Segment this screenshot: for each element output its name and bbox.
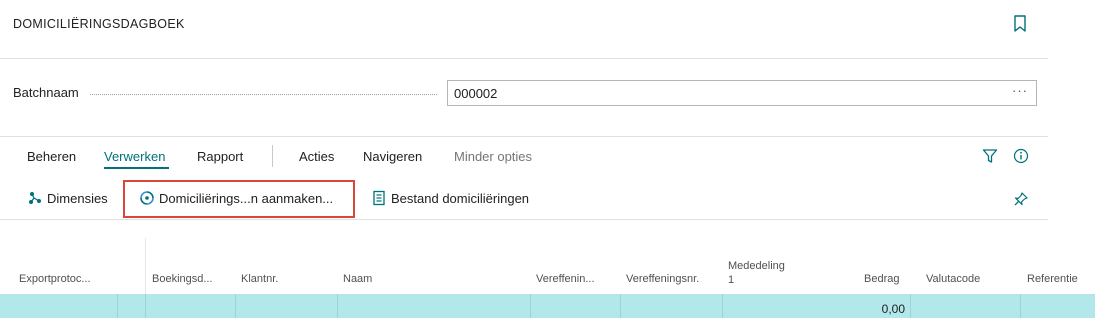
batch-name-field[interactable]: 000002 ··· [447, 80, 1037, 106]
amount-cell[interactable]: 0,00 [882, 302, 905, 316]
lookup-button[interactable]: ··· [1012, 83, 1028, 98]
cell-separator [910, 294, 911, 318]
cell-separator [620, 294, 621, 318]
section-divider [0, 136, 1048, 137]
column-header-naam[interactable]: Naam [343, 273, 372, 285]
cell-separator [530, 294, 531, 318]
tab-minder-opties[interactable]: Minder opties [454, 149, 532, 164]
info-icon[interactable] [1013, 148, 1029, 164]
batch-name-value: 000002 [454, 86, 498, 101]
column-header-klantnr[interactable]: Klantnr. [241, 273, 278, 285]
cell-separator [235, 294, 236, 318]
filter-icon[interactable] [982, 148, 998, 164]
tab-navigeren[interactable]: Navigeren [363, 149, 422, 164]
column-header-boekingsdatum[interactable]: Boekingsd... [152, 273, 213, 285]
dimensions-label: Dimensies [47, 190, 108, 206]
cell-separator [1020, 294, 1021, 318]
column-header-referentie[interactable]: Referentie [1027, 273, 1078, 285]
column-header-mededeling-line1: Mededeling [728, 260, 785, 272]
column-separator [145, 238, 146, 294]
tab-beheren[interactable]: Beheren [27, 149, 76, 164]
column-header-mededeling[interactable]: Mededeling 1 [728, 259, 785, 287]
column-header-vereffeningsnr[interactable]: Vereffeningsnr. [626, 273, 699, 285]
cell-separator [117, 294, 118, 318]
document-icon [373, 190, 385, 206]
active-tab-indicator [104, 167, 169, 169]
column-header-exportprotocol[interactable]: Exportprotoc... [19, 273, 91, 285]
actions-divider [0, 219, 1048, 220]
header-divider [0, 58, 1048, 59]
tab-acties[interactable]: Acties [299, 149, 334, 164]
cell-separator [722, 294, 723, 318]
cell-separator [337, 294, 338, 318]
column-header-vereffeningstype[interactable]: Vereffenin... [536, 273, 595, 285]
tab-separator [272, 145, 273, 167]
column-header-mededeling-line2: 1 [728, 274, 735, 286]
direct-debit-file-button[interactable]: Bestand domiciliëringen [371, 190, 529, 206]
page-title: DOMICILIËRINGSDAGBOEK [13, 17, 185, 31]
tab-verwerken[interactable]: Verwerken [104, 149, 165, 164]
bookmark-icon[interactable] [1013, 15, 1027, 33]
direct-debit-file-label: Bestand domiciliëringen [391, 190, 530, 206]
field-leader-dots [90, 94, 437, 95]
batch-name-label: Batchnaam [13, 85, 79, 100]
create-direct-debit-button[interactable]: Domiciliërings...n aanmaken... [139, 190, 333, 206]
column-header-valutacode[interactable]: Valutacode [926, 273, 980, 285]
table-row[interactable]: 0,00 [0, 294, 1095, 318]
dimensions-button[interactable]: Dimensies [27, 190, 108, 206]
create-direct-debit-label: Domiciliërings...n aanmaken... [159, 190, 334, 206]
cell-separator [145, 294, 146, 318]
dimensions-icon [29, 192, 41, 204]
process-icon [140, 191, 154, 205]
pin-icon[interactable] [1013, 191, 1029, 207]
column-header-bedrag[interactable]: Bedrag [864, 273, 899, 285]
tab-rapport[interactable]: Rapport [197, 149, 243, 164]
